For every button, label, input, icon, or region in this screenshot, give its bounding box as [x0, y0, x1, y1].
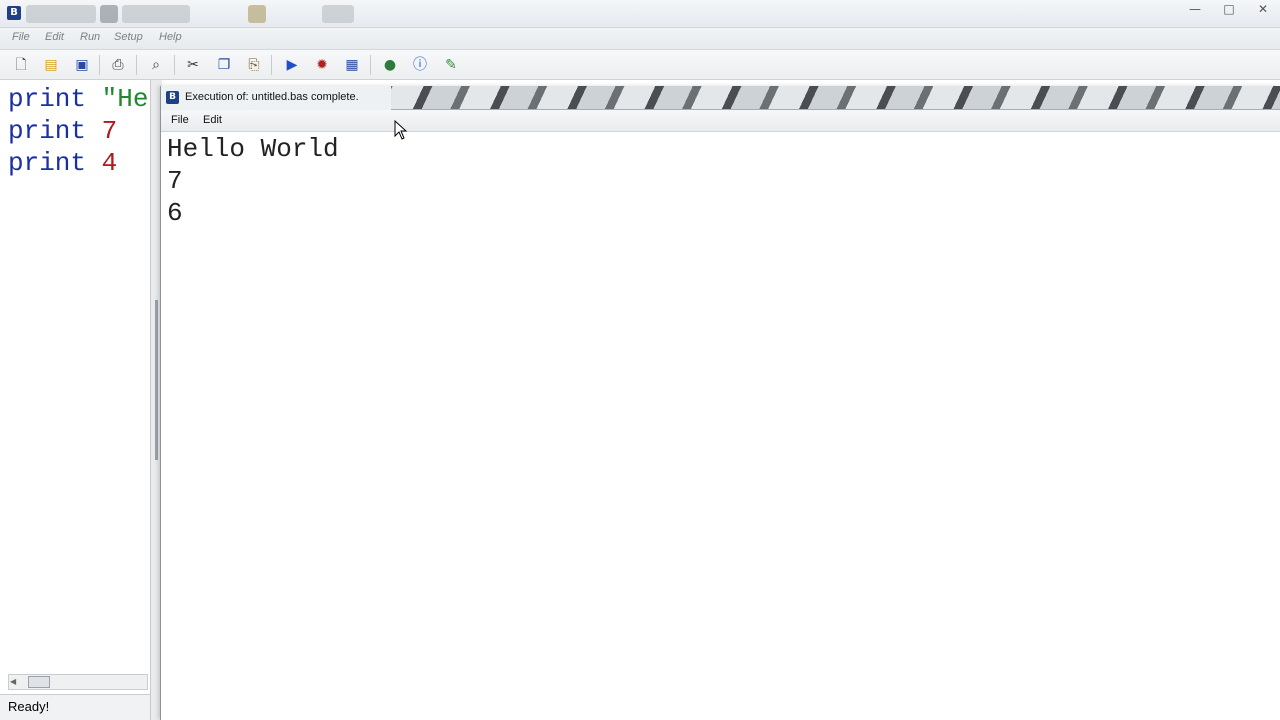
toolbar: 🗋 ▤ ▣ ⎙ ⌕ ✂ ❐ ⎘ ▶ ✹ ▦ ● ⓘ ✎	[0, 50, 1280, 80]
code-line[interactable]: print 7	[8, 116, 117, 146]
minimize-button[interactable]: —	[1178, 0, 1212, 20]
toolbar-separator	[370, 55, 371, 75]
output-menu-bar: File Edit	[161, 110, 1280, 132]
title-blurred-icon	[248, 5, 266, 23]
output-menu-file[interactable]: File	[171, 114, 189, 126]
new-file-icon[interactable]: 🗋	[10, 54, 32, 76]
code-keyword: print	[8, 148, 87, 178]
status-text: Ready!	[8, 699, 50, 714]
window-controls: — □ ✕	[1178, 0, 1280, 20]
copy-icon[interactable]: ❐	[213, 54, 235, 76]
toolbar-separator	[271, 55, 272, 75]
debug-icon[interactable]: ✹	[311, 54, 333, 76]
toolbar-separator	[136, 55, 137, 75]
output-line: 7	[167, 166, 183, 196]
binary-icon[interactable]: ▦	[341, 54, 363, 76]
output-line: 6	[167, 198, 183, 228]
scroll-left-icon[interactable]: ◀	[10, 675, 20, 689]
paste-icon[interactable]: ⎘	[243, 54, 265, 76]
web-icon[interactable]: ●	[379, 54, 401, 76]
execution-output-window: B Execution of: untitled.bas complete. F…	[160, 86, 1280, 720]
main-title-bar: B — □ ✕	[0, 0, 1280, 28]
code-editor[interactable]: print "He print 7 print 4	[0, 80, 158, 692]
code-number: 4	[101, 148, 118, 178]
status-bar: Ready!	[0, 694, 158, 720]
menu-run[interactable]: Run	[80, 31, 100, 43]
scroll-thumb[interactable]	[28, 676, 50, 688]
maximize-button[interactable]: □	[1212, 0, 1246, 20]
open-folder-icon[interactable]: ▤	[40, 54, 62, 76]
output-menu-edit[interactable]: Edit	[203, 114, 222, 126]
find-icon[interactable]: ⌕	[145, 54, 167, 76]
title-blurred-filename	[122, 5, 190, 23]
code-string: "He	[101, 84, 149, 114]
help-icon[interactable]: ⓘ	[409, 54, 431, 76]
menu-help[interactable]: Help	[159, 31, 182, 43]
code-line[interactable]: print "He	[8, 84, 148, 114]
app-logo-icon: B	[7, 6, 21, 20]
menu-edit[interactable]: Edit	[45, 31, 64, 43]
menu-setup[interactable]: Setup	[114, 31, 143, 43]
code-keyword: print	[8, 116, 87, 146]
title-blurred-badge	[100, 5, 118, 23]
code-line[interactable]: print 4	[8, 148, 117, 178]
editor-horizontal-scrollbar[interactable]: ◀	[8, 674, 148, 690]
close-button[interactable]: ✕	[1246, 0, 1280, 20]
output-line: Hello World	[167, 134, 339, 164]
menu-file[interactable]: File	[12, 31, 30, 43]
code-keyword: print	[8, 84, 87, 114]
cut-icon[interactable]: ✂	[182, 54, 204, 76]
output-window-title: Execution of: untitled.bas complete.	[185, 91, 359, 103]
output-logo-icon: B	[166, 91, 179, 104]
mouse-pointer-icon	[394, 120, 408, 140]
toolbar-separator	[99, 55, 100, 75]
main-menu-bar: File Edit Run Setup Help	[0, 28, 1280, 50]
output-title-bar[interactable]: B Execution of: untitled.bas complete.	[161, 86, 1280, 110]
code-number: 7	[101, 116, 118, 146]
toolbar-separator	[174, 55, 175, 75]
title-blurred-text	[26, 5, 96, 23]
title-blurred-icon-2	[322, 5, 354, 23]
print-icon[interactable]: ⎙	[107, 54, 129, 76]
edit-icon[interactable]: ✎	[440, 54, 462, 76]
save-icon[interactable]: ▣	[71, 54, 93, 76]
run-icon[interactable]: ▶	[281, 54, 303, 76]
output-console[interactable]: Hello World 7 6	[161, 132, 1280, 720]
splitter-grip[interactable]	[155, 300, 158, 460]
